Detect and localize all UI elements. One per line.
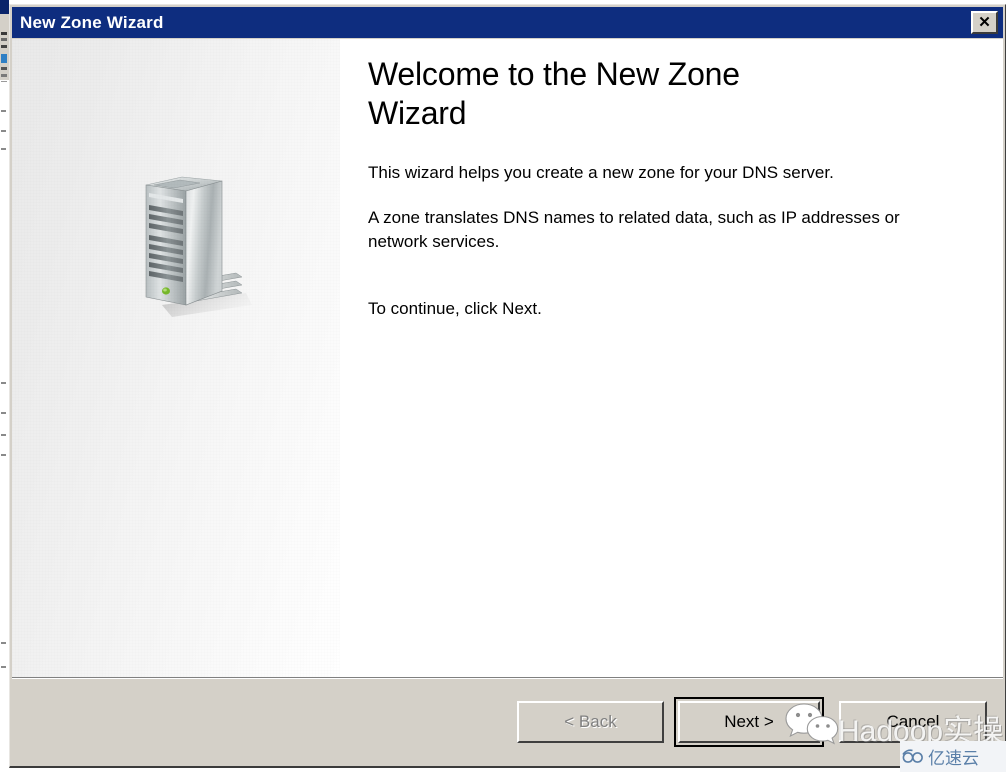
background-window-titlebar — [0, 0, 9, 14]
background-toolbar-icon — [1, 54, 7, 63]
next-button[interactable]: Next > — [678, 701, 820, 743]
wizard-text-panel: Welcome to the New Zone Wizard This wiza… — [340, 39, 1003, 677]
background-toolbar-icon — [1, 38, 7, 41]
background-window-sliver — [0, 0, 9, 772]
close-icon[interactable]: ✕ — [971, 11, 998, 34]
wizard-description-1: This wizard helps you create a new zone … — [368, 163, 834, 183]
back-button[interactable]: < Back — [517, 701, 664, 743]
background-tree-row — [1, 642, 6, 644]
wizard-content-area: Welcome to the New Zone Wizard This wiza… — [12, 39, 1003, 677]
background-toolbar-icon — [1, 67, 7, 70]
background-tree-row — [1, 130, 6, 132]
background-tree-row — [1, 412, 6, 414]
wizard-continue-hint: To continue, click Next. — [368, 299, 542, 319]
background-toolbar-icon — [1, 45, 7, 48]
cancel-button[interactable]: Cancel — [839, 701, 987, 743]
cloud-logo-icon — [902, 748, 923, 763]
background-window-toolbar — [0, 14, 9, 89]
background-window-treeview — [0, 82, 9, 772]
next-button-default-frame: Next > — [674, 697, 824, 747]
yisuyun-watermark: 亿速云 — [900, 741, 1006, 772]
wizard-description-2: A zone translates DNS names to related d… — [368, 208, 900, 252]
title-bar: New Zone Wizard ✕ — [12, 7, 1003, 38]
background-toolbar-icon — [1, 32, 7, 35]
new-zone-wizard-window: New Zone Wizard ✕ Welcome to the New Zon… — [9, 4, 1006, 768]
server-tower-illustration — [145, 176, 252, 317]
wizard-button-bar: < Back Next > Cancel — [12, 680, 1003, 765]
background-toolbar-icon — [1, 74, 7, 77]
background-tree-row — [1, 454, 6, 456]
background-tree-row — [1, 434, 6, 436]
background-tree-row — [1, 666, 6, 668]
background-tree-row — [1, 110, 6, 112]
background-tree-row — [1, 148, 6, 150]
background-tree-row — [1, 382, 6, 384]
content-divider — [12, 677, 1003, 679]
page-title: Welcome to the New Zone Wizard — [368, 56, 740, 132]
window-title: New Zone Wizard — [20, 12, 164, 32]
yisuyun-watermark-text: 亿速云 — [928, 749, 979, 768]
illustration-panel — [12, 39, 340, 677]
